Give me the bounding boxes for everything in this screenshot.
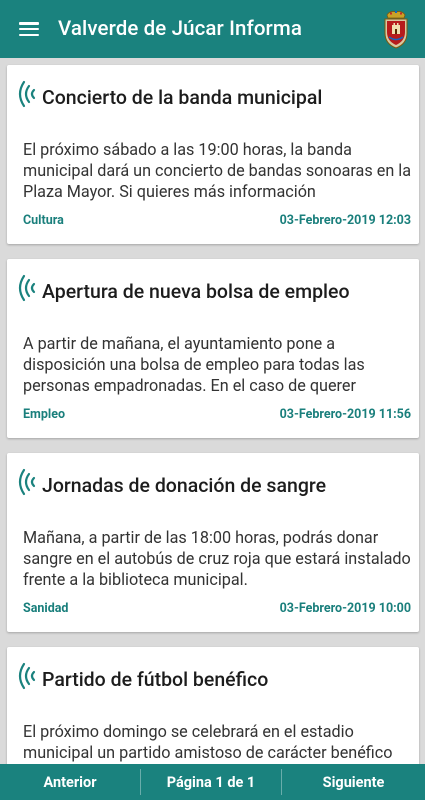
news-category: Sanidad — [23, 601, 69, 616]
news-date: 03-Febrero-2019 12:03 — [279, 213, 411, 228]
news-category: Cultura — [23, 213, 64, 228]
page-indicator: Página 1 de 1 — [166, 773, 256, 791]
news-body: A partir de mañana, el ayuntamiento pone… — [23, 334, 365, 395]
pagination-bar: Anterior Página 1 de 1 Siguiente — [0, 764, 425, 800]
news-card[interactable]: Partido de fútbol benéfico El próximo do… — [7, 647, 419, 764]
coat-of-arms-icon — [384, 11, 408, 49]
app-bar: Valverde de Júcar Informa — [0, 0, 425, 58]
news-body: El próximo domingo se celebrará en el es… — [23, 722, 393, 762]
next-page-button[interactable]: Siguiente — [282, 764, 425, 800]
news-card[interactable]: Concierto de la banda municipal El próxi… — [7, 65, 419, 244]
news-date: 03-Febrero-2019 10:00 — [279, 601, 411, 616]
news-title: Apertura de nueva bolsa de empleo — [42, 280, 350, 303]
news-date: 03-Febrero-2019 11:56 — [279, 407, 411, 422]
previous-page-button[interactable]: Anterior — [0, 764, 140, 800]
news-list[interactable]: Concierto de la banda municipal El próxi… — [0, 58, 425, 764]
news-title: Jornadas de donación de sangre — [42, 474, 327, 497]
broadcast-icon — [18, 662, 36, 690]
news-body: El próximo sábado a las 19:00 horas, la … — [23, 140, 412, 201]
news-category: Empleo — [23, 407, 66, 422]
news-title: Partido de fútbol benéfico — [42, 668, 269, 691]
news-body: Mañana, a partir de las 18:00 horas, pod… — [23, 528, 411, 589]
broadcast-icon — [18, 468, 36, 496]
menu-button[interactable] — [0, 0, 58, 58]
news-title: Concierto de la banda municipal — [42, 86, 323, 109]
hamburger-menu-icon — [19, 22, 39, 36]
news-card[interactable]: Jornadas de donación de sangre Mañana, a… — [7, 453, 419, 632]
broadcast-icon — [18, 80, 36, 108]
news-card[interactable]: Apertura de nueva bolsa de empleo A part… — [7, 259, 419, 438]
app-title: Valverde de Júcar Informa — [58, 17, 303, 41]
broadcast-icon — [18, 274, 36, 302]
